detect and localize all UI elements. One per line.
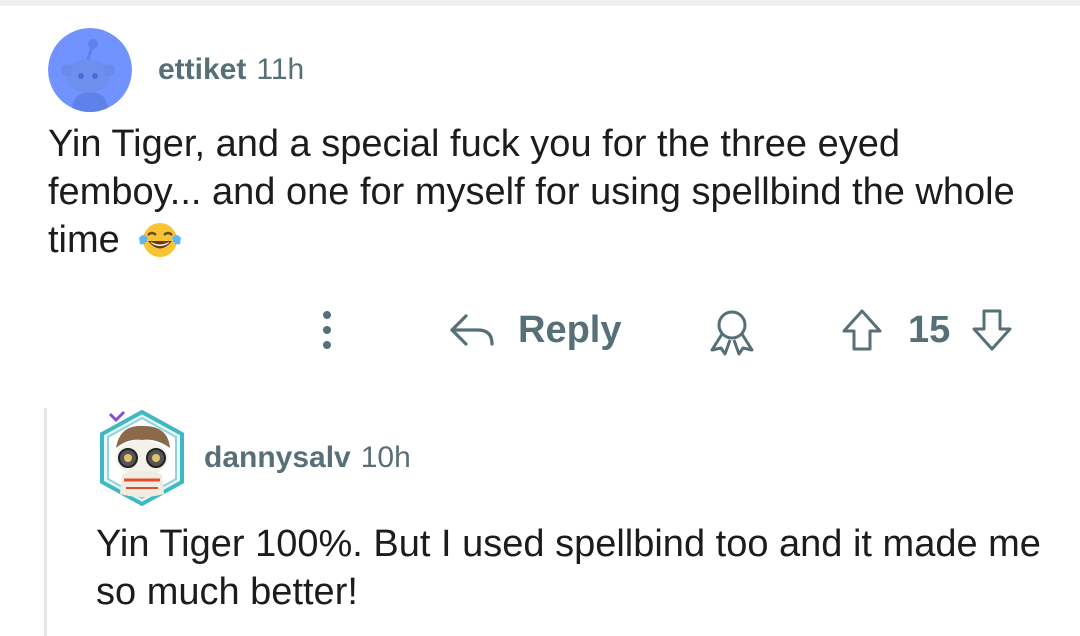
award-icon[interactable] bbox=[706, 308, 758, 356]
parent-comment-header: ettiket 11h bbox=[48, 28, 304, 112]
reply-label: Reply bbox=[518, 308, 622, 351]
custom-avatar-icon[interactable] bbox=[94, 408, 190, 508]
vertical-ellipsis-icon[interactable] bbox=[312, 308, 342, 352]
reply-comment-header: dannysalv 10h bbox=[94, 408, 411, 508]
snoo-avatar-icon[interactable] bbox=[48, 28, 132, 112]
parent-author-name[interactable]: ettiket bbox=[158, 53, 246, 87]
tears-of-joy-emoji bbox=[136, 220, 184, 260]
top-divider bbox=[0, 0, 1080, 6]
reply-arrow-icon bbox=[450, 314, 494, 346]
vote-count: 15 bbox=[908, 308, 951, 351]
reply-button[interactable]: Reply bbox=[448, 306, 621, 354]
reply-author-name[interactable]: dannysalv bbox=[204, 441, 351, 475]
vote-group: 15 bbox=[840, 306, 1014, 354]
reply-author-line: dannysalv 10h bbox=[204, 441, 411, 475]
reply-timestamp: 10h bbox=[360, 441, 411, 474]
parent-comment-body: Yin Tiger, and a special fuck you for th… bbox=[48, 120, 1048, 264]
parent-comment-text: Yin Tiger, and a special fuck you for th… bbox=[48, 123, 1015, 261]
reply-comment-body: Yin Tiger 100%. But I used spellbind too… bbox=[96, 523, 1041, 613]
thread-line[interactable] bbox=[44, 408, 47, 636]
downvote-arrow-icon[interactable] bbox=[970, 307, 1014, 353]
comment-action-bar: Reply 15 bbox=[0, 300, 1080, 360]
upvote-arrow-icon[interactable] bbox=[840, 307, 884, 353]
parent-author-line: ettiket 11h bbox=[158, 53, 304, 87]
parent-timestamp: 11h bbox=[256, 53, 305, 86]
